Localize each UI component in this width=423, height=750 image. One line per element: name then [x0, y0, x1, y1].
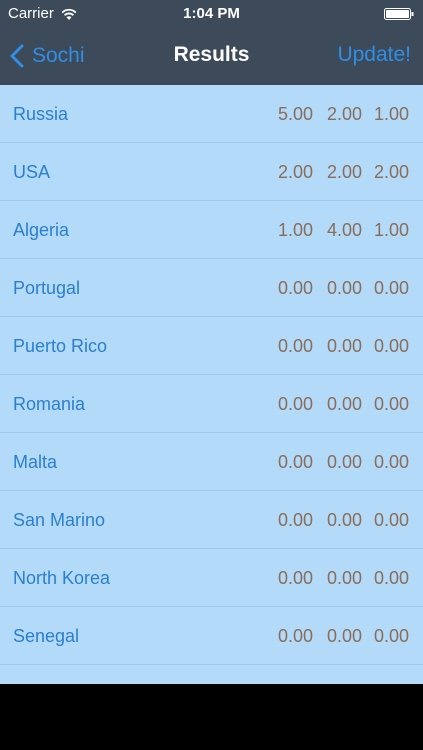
table-row[interactable]: Algeria 1.00 4.00 1.00 — [0, 201, 423, 259]
country-name: Russia — [13, 104, 69, 124]
value-1: 0.00 — [277, 452, 313, 472]
navigation-bar: Carrier 1:04 PM Sochi Results Update! — [0, 0, 423, 85]
value-1: 2.00 — [277, 162, 313, 182]
value-3: 1.00 — [373, 220, 409, 240]
value-2: 0.00 — [326, 336, 362, 356]
country-name: North Korea — [13, 568, 111, 588]
table-row[interactable]: Puerto Rico 0.00 0.00 0.00 — [0, 317, 423, 375]
value-2: 0.00 — [326, 278, 362, 298]
table-row[interactable]: Portugal 0.00 0.00 0.00 — [0, 259, 423, 317]
value-2: 0.00 — [326, 568, 362, 588]
value-3: 0.00 — [373, 510, 409, 530]
value-1: 5.00 — [277, 104, 313, 124]
nav-content: Sochi Results Update! — [0, 28, 423, 85]
value-1: 0.00 — [277, 278, 313, 298]
value-1: 0.00 — [277, 394, 313, 414]
country-name: Romania — [13, 394, 86, 414]
value-3: 1.00 — [373, 104, 409, 124]
value-3: 0.00 — [373, 336, 409, 356]
table-row[interactable]: Senegal 0.00 0.00 0.00 — [0, 607, 423, 665]
table-row[interactable]: North Korea 0.00 0.00 0.00 — [0, 549, 423, 607]
country-name: Algeria — [13, 220, 70, 240]
table-row[interactable]: San Marino 0.00 0.00 0.00 — [0, 491, 423, 549]
value-3: 0.00 — [373, 568, 409, 588]
value-1: 0.00 — [277, 626, 313, 646]
value-3: 0.00 — [373, 452, 409, 472]
status-time: 1:04 PM — [183, 5, 240, 22]
value-1: 0.00 — [277, 336, 313, 356]
value-2: 2.00 — [326, 162, 362, 182]
country-name: Puerto Rico — [13, 336, 108, 356]
value-2: 2.00 — [326, 104, 362, 124]
table-row[interactable] — [0, 665, 423, 684]
value-3: 0.00 — [373, 394, 409, 414]
value-3: 0.00 — [373, 278, 409, 298]
value-1: 0.00 — [277, 510, 313, 530]
country-name: Portugal — [13, 278, 81, 298]
value-2: 0.00 — [326, 626, 362, 646]
value-1: 1.00 — [277, 220, 313, 240]
value-1: 0.00 — [277, 568, 313, 588]
value-2: 4.00 — [326, 220, 362, 240]
results-list[interactable]: Russia 5.00 2.00 1.00 USA 2.00 2.00 2.00… — [0, 85, 423, 684]
table-row[interactable]: Russia 5.00 2.00 1.00 — [0, 85, 423, 143]
table-row[interactable]: USA 2.00 2.00 2.00 — [0, 143, 423, 201]
table-row[interactable]: Romania 0.00 0.00 0.00 — [0, 375, 423, 433]
country-name: USA — [13, 162, 51, 182]
value-2: 0.00 — [326, 394, 362, 414]
value-3: 0.00 — [373, 626, 409, 646]
status-bar: Carrier 1:04 PM — [0, 0, 423, 28]
value-2: 0.00 — [326, 510, 362, 530]
value-3: 2.00 — [373, 162, 409, 182]
battery-icon — [384, 8, 414, 20]
table-row[interactable]: Malta 0.00 0.00 0.00 — [0, 433, 423, 491]
country-name: San Marino — [13, 510, 106, 530]
country-name: Malta — [13, 452, 58, 472]
value-2: 0.00 — [326, 452, 362, 472]
country-name: Senegal — [13, 626, 80, 646]
update-button[interactable]: Update! — [337, 43, 411, 67]
